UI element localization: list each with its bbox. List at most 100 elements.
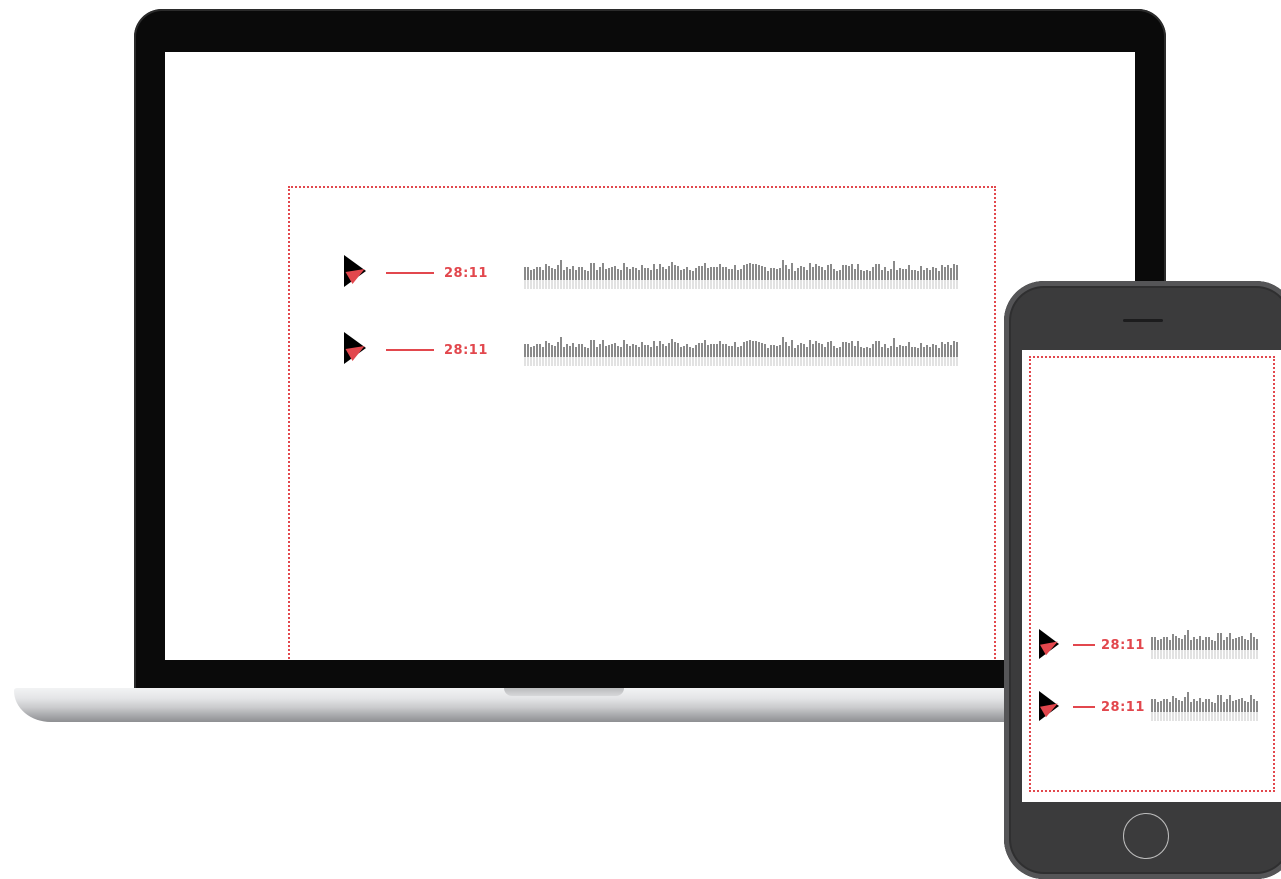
track-duration: 28:11 <box>444 265 488 281</box>
play-icon[interactable] <box>1039 629 1063 661</box>
waveform-bar <box>524 267 526 289</box>
waveform-bar <box>935 345 937 366</box>
waveform-bar <box>629 346 631 366</box>
waveform-bar <box>662 267 664 289</box>
waveform-bar <box>1244 639 1246 659</box>
waveform-bar <box>860 347 862 366</box>
waveform-bar <box>611 344 613 366</box>
waveform-bar <box>587 271 589 289</box>
waveform-bar <box>728 269 730 289</box>
waveform-bar <box>632 344 634 366</box>
separator-dash <box>1073 706 1095 708</box>
waveform-bar <box>803 267 805 289</box>
waveform-bar <box>908 265 910 289</box>
waveform-bar <box>866 347 868 366</box>
waveform-bar <box>530 270 532 289</box>
waveform-bar <box>761 266 763 289</box>
waveform-bar <box>782 260 784 289</box>
waveform[interactable] <box>1151 692 1259 721</box>
waveform-bar <box>914 270 916 289</box>
waveform-bar <box>557 342 559 366</box>
waveform-bar <box>1181 701 1183 721</box>
waveform-bar <box>944 344 946 366</box>
waveform-bar <box>641 265 643 289</box>
waveform-bar <box>713 267 715 289</box>
waveform-bar <box>902 269 904 289</box>
waveform-bar <box>1250 633 1252 659</box>
waveform-bar <box>740 346 742 366</box>
waveform-bar <box>815 341 817 366</box>
waveform-bar <box>767 348 769 366</box>
waveform-bar <box>650 347 652 366</box>
audio-player-row: 28:11 <box>344 255 959 291</box>
waveform-bar <box>809 263 811 289</box>
waveform-bar <box>842 342 844 366</box>
waveform-bar <box>818 343 820 366</box>
waveform-bar <box>602 263 604 289</box>
waveform-bar <box>620 347 622 366</box>
waveform-bar <box>899 268 901 289</box>
home-button[interactable] <box>1123 813 1169 859</box>
waveform-bar <box>1226 637 1228 659</box>
waveform-bar <box>542 347 544 366</box>
phone-device: 28:11 28:11 <box>1004 281 1281 879</box>
waveform-bar <box>545 341 547 366</box>
waveform-bar <box>671 339 673 366</box>
waveform-bar <box>839 347 841 366</box>
waveform-bar <box>623 263 625 289</box>
waveform-bar <box>1187 630 1189 659</box>
waveform-bar <box>914 347 916 366</box>
waveform-bar <box>656 346 658 366</box>
waveform-bar <box>1160 639 1162 659</box>
waveform-bar <box>746 341 748 366</box>
waveform-bar <box>530 347 532 366</box>
waveform-bar <box>827 265 829 289</box>
waveform-bar <box>788 269 790 289</box>
waveform-bar <box>896 347 898 366</box>
waveform-bar <box>1181 639 1183 659</box>
waveform-bar <box>581 267 583 289</box>
waveform-bar <box>938 271 940 289</box>
waveform-bar <box>779 345 781 366</box>
waveform-bar <box>578 344 580 366</box>
waveform-bar <box>1175 636 1177 659</box>
waveform-bar <box>1169 640 1171 659</box>
waveform-bar <box>731 346 733 366</box>
waveform-bar <box>659 341 661 366</box>
waveform-bar <box>890 346 892 366</box>
waveform-bar <box>1238 637 1240 659</box>
waveform[interactable] <box>1151 630 1259 659</box>
waveform-bar <box>851 264 853 289</box>
waveform[interactable] <box>524 256 959 289</box>
waveform-bar <box>665 269 667 289</box>
waveform-bar <box>590 263 592 289</box>
waveform-bar <box>1160 701 1162 721</box>
waveform-bar <box>941 265 943 289</box>
waveform-bar <box>593 340 595 366</box>
waveform-bar <box>1208 637 1210 659</box>
waveform-bar <box>869 348 871 366</box>
waveform[interactable] <box>524 333 959 366</box>
waveform-bar <box>644 345 646 366</box>
waveform-bar <box>647 268 649 289</box>
waveform-bar <box>563 270 565 289</box>
waveform-bar <box>689 270 691 289</box>
waveform-bar <box>1232 701 1234 721</box>
play-icon[interactable] <box>1039 691 1063 723</box>
waveform-bar <box>641 342 643 366</box>
waveform-bar <box>527 344 529 366</box>
waveform-bar <box>878 341 880 366</box>
waveform-bar <box>695 345 697 366</box>
waveform-bar <box>917 271 919 289</box>
waveform-bar <box>620 270 622 289</box>
waveform-bar <box>692 271 694 289</box>
waveform-bar <box>869 271 871 289</box>
waveform-bar <box>1223 640 1225 659</box>
track-duration: 28:11 <box>444 342 488 358</box>
waveform-bar <box>1217 695 1219 721</box>
play-icon[interactable] <box>344 255 372 291</box>
play-icon[interactable] <box>344 332 372 368</box>
waveform-bar <box>911 270 913 289</box>
waveform-bar <box>704 263 706 289</box>
waveform-bar <box>758 342 760 366</box>
